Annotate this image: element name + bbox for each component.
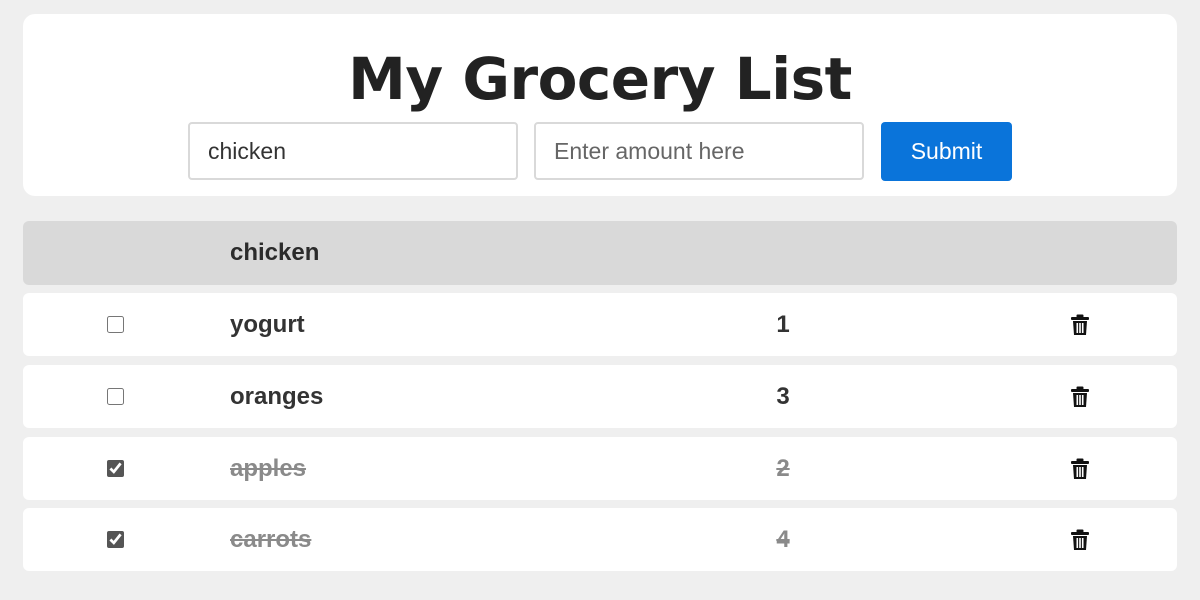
submit-button[interactable]: Submit bbox=[881, 122, 1012, 181]
trash-icon bbox=[1071, 314, 1089, 335]
trash-icon bbox=[1071, 386, 1089, 407]
delete-button[interactable] bbox=[1070, 456, 1094, 482]
item-checkbox[interactable] bbox=[107, 388, 124, 405]
trash-icon bbox=[1071, 529, 1089, 550]
grocery-app: My Grocery List Submit chicken yogurt 1 … bbox=[0, 0, 1200, 600]
list-header: chicken bbox=[23, 221, 1177, 285]
item-checkbox[interactable] bbox=[107, 460, 124, 477]
page-title: My Grocery List bbox=[348, 45, 852, 113]
item-quantity: 1 bbox=[776, 311, 790, 338]
item-checkbox[interactable] bbox=[107, 316, 124, 333]
list-item: apples 2 bbox=[23, 437, 1177, 500]
item-quantity: 2 bbox=[776, 455, 790, 482]
item-checkbox[interactable] bbox=[107, 531, 124, 548]
trash-icon bbox=[1071, 458, 1089, 479]
delete-button[interactable] bbox=[1070, 312, 1094, 338]
list-item: yogurt 1 bbox=[23, 293, 1177, 356]
list-header-label: chicken bbox=[230, 239, 320, 266]
item-name: oranges bbox=[230, 383, 324, 410]
item-name: yogurt bbox=[230, 311, 305, 338]
header-card: My Grocery List Submit bbox=[23, 14, 1177, 196]
item-name: apples bbox=[230, 455, 307, 482]
delete-button[interactable] bbox=[1070, 384, 1094, 410]
list-item: carrots 4 bbox=[23, 508, 1177, 571]
amount-input[interactable] bbox=[534, 122, 864, 180]
list-item: oranges 3 bbox=[23, 365, 1177, 428]
item-quantity: 4 bbox=[776, 526, 790, 553]
item-quantity: 3 bbox=[776, 383, 790, 410]
delete-button[interactable] bbox=[1070, 527, 1094, 553]
item-name-input[interactable] bbox=[188, 122, 518, 180]
item-name: carrots bbox=[230, 526, 312, 553]
